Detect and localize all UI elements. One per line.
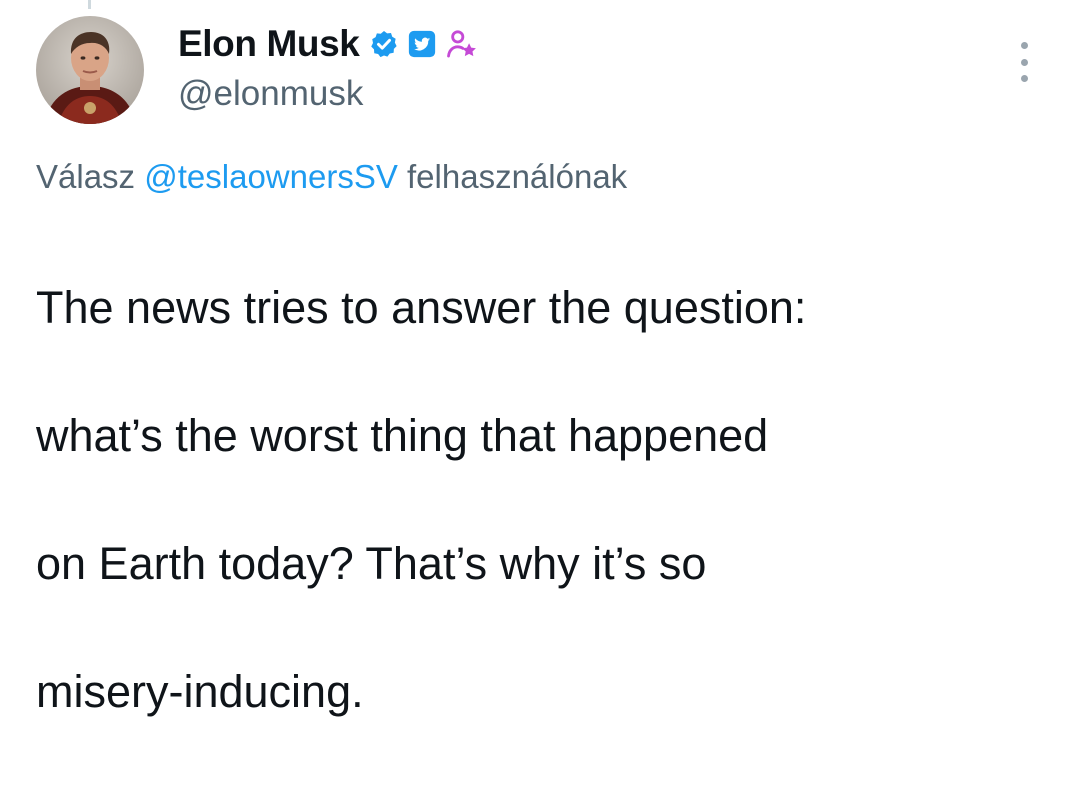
tweet-text-line: what’s the worst thing that happened <box>36 410 769 461</box>
thread-connector-line <box>88 0 91 9</box>
verified-badge-icon[interactable] <box>369 29 399 59</box>
tweet-text-line: The news tries to answer the question: <box>36 282 807 333</box>
avatar[interactable] <box>36 16 144 124</box>
more-options-icon[interactable] <box>1012 42 1036 82</box>
tweet-text-line: misery-inducing. <box>36 666 364 717</box>
tweet-text-line: on Earth today? That’s why it’s so <box>36 538 707 589</box>
reply-suffix: felhasználónak <box>407 158 628 195</box>
reply-mention-link[interactable]: @teslaownersSV <box>144 158 398 195</box>
twitter-bird-square-icon[interactable] <box>407 29 437 59</box>
tweet-text: The news tries to answer the question: w… <box>36 212 1046 788</box>
reply-context: Válasz @teslaownersSV felhasználónak <box>36 158 627 196</box>
author-handle[interactable]: @elonmusk <box>178 74 363 114</box>
avatar-image <box>36 16 144 124</box>
reply-prefix: Válasz <box>36 158 136 195</box>
author-name-row: Elon Musk <box>178 22 479 66</box>
author-display-name[interactable]: Elon Musk <box>178 23 360 65</box>
user-star-icon[interactable] <box>445 27 479 61</box>
